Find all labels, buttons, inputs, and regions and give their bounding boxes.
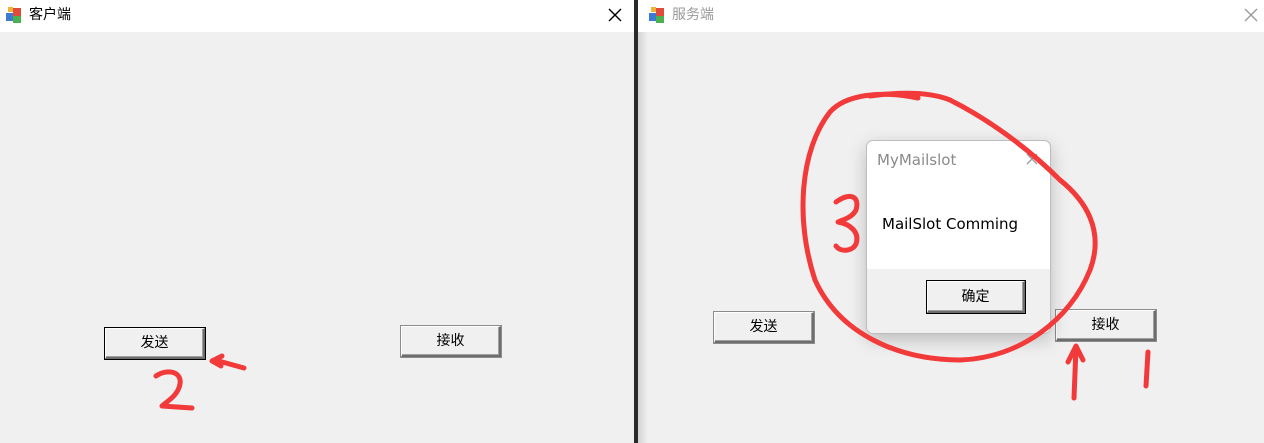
send-button[interactable]: 发送 (105, 328, 205, 359)
server-window: 服务端 发送 接收 MyMailslot MailSlot Comming 确定 (638, 0, 1264, 443)
client-window: 客户端 发送 接收 (0, 0, 634, 443)
dialog-footer: 确定 (867, 269, 1050, 333)
dialog-title: MyMailslot (877, 151, 957, 169)
app-icon (6, 7, 21, 23)
close-icon[interactable] (1022, 149, 1042, 169)
dialog-message: MailSlot Comming (882, 215, 1019, 233)
server-titlebar: 服务端 (638, 0, 1264, 32)
app-icon (649, 7, 664, 23)
receive-button[interactable]: 接收 (1056, 310, 1156, 341)
window-title: 客户端 (29, 7, 71, 23)
send-button[interactable]: 发送 (714, 312, 814, 343)
receive-button[interactable]: 接收 (401, 326, 501, 357)
close-icon[interactable] (1238, 2, 1264, 28)
ok-button[interactable]: 确定 (927, 281, 1025, 313)
close-icon[interactable] (602, 2, 628, 28)
window-title: 服务端 (672, 7, 714, 23)
client-titlebar: 客户端 (0, 0, 634, 32)
window-shadow (638, 0, 648, 443)
message-box-dialog: MyMailslot MailSlot Comming 确定 (866, 140, 1051, 334)
